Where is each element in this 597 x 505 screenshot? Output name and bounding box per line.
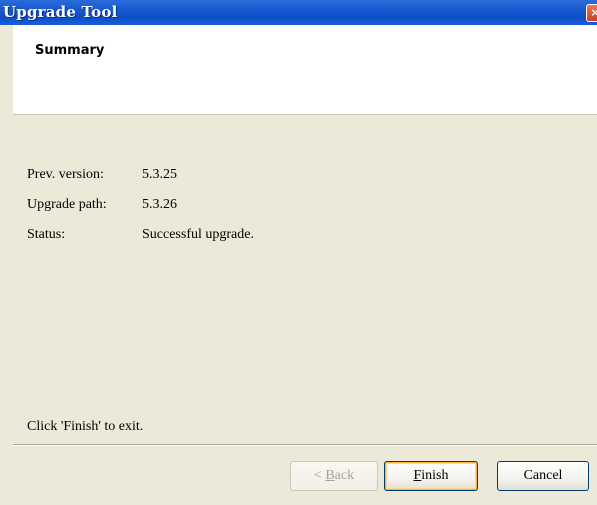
- back-button[interactable]: < Back: [290, 461, 378, 491]
- prev-version-label: Prev. version:: [27, 167, 104, 182]
- back-button-label: ack: [334, 468, 355, 483]
- page-title: Summary: [35, 43, 105, 58]
- back-button-prefix: <: [313, 468, 326, 483]
- close-icon[interactable]: ×: [586, 4, 597, 22]
- dialog-left-edge: [0, 25, 13, 505]
- back-button-accelerator: B: [325, 468, 335, 483]
- title-bar[interactable]: Upgrade Tool ×: [0, 0, 597, 25]
- finish-hint: Click 'Finish' to exit.: [27, 419, 144, 434]
- header-panel: Summary: [13, 25, 597, 115]
- upgrade-path-label: Upgrade path:: [27, 197, 107, 212]
- window-title: Upgrade Tool: [3, 3, 118, 21]
- finish-button-label: inish: [421, 468, 449, 483]
- cancel-button[interactable]: Cancel: [497, 461, 589, 491]
- upgrade-path-value: 5.3.26: [142, 197, 177, 212]
- status-label: Status:: [27, 227, 66, 242]
- footer-separator: [13, 444, 597, 446]
- upgrade-tool-window: Upgrade Tool × Summary Prev. version: 5.…: [0, 0, 597, 505]
- prev-version-value: 5.3.25: [142, 167, 177, 182]
- status-value: Successful upgrade.: [142, 227, 254, 242]
- finish-button[interactable]: Finish: [384, 461, 478, 491]
